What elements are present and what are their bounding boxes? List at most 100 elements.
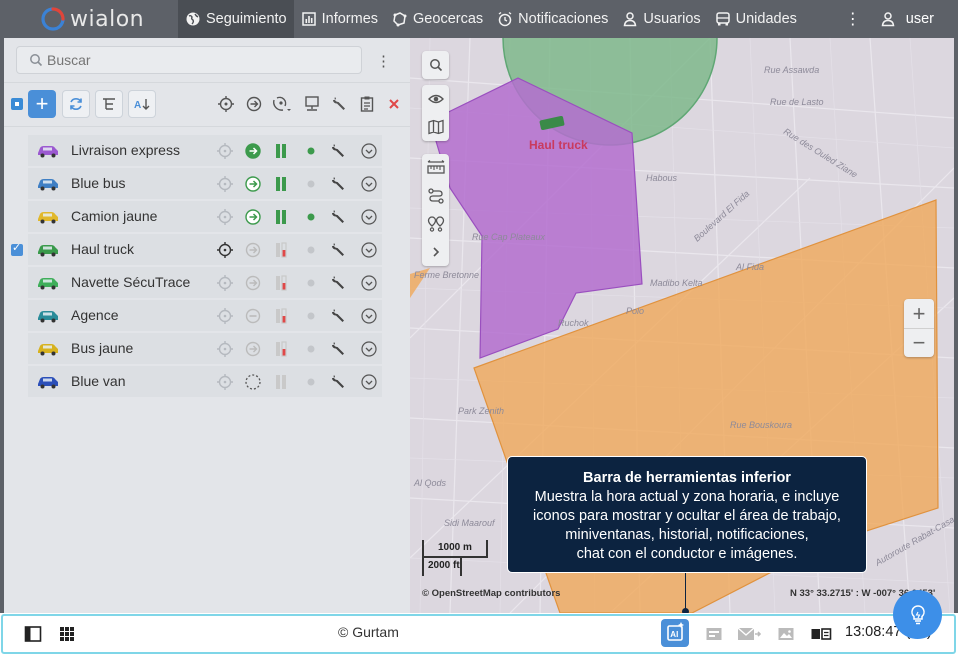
unit-name[interactable]: Blue van (71, 373, 125, 389)
unit-checkbox[interactable] (11, 145, 23, 157)
motion-state-column-icon[interactable] (242, 90, 266, 118)
locate-on-map-icon[interactable] (216, 340, 234, 358)
images-button[interactable] (777, 625, 795, 643)
more-menu-icon[interactable]: ⋮ (838, 9, 868, 29)
mini-windows-button[interactable] (58, 625, 76, 643)
unit-name[interactable]: Blue bus (71, 175, 125, 191)
toggle-work-area-button[interactable] (24, 625, 42, 643)
locate-on-map-icon[interactable] (216, 175, 234, 193)
zoom-in-button[interactable]: + (904, 299, 934, 328)
motion-state-icon[interactable] (244, 142, 262, 160)
wrench-icon[interactable] (330, 175, 348, 193)
nav-item-usuarios[interactable]: Usuarios (615, 0, 707, 38)
nav-item-informes[interactable]: Informes (294, 0, 385, 38)
sort-button[interactable]: A (128, 90, 156, 118)
unit-menu-icon[interactable] (360, 274, 378, 292)
unit-checkbox[interactable] (11, 310, 23, 322)
locate-on-map-icon[interactable] (216, 307, 234, 325)
unit-menu-icon[interactable] (360, 175, 378, 193)
map-source-button[interactable] (422, 113, 449, 141)
unit-row[interactable]: Blue van (28, 366, 382, 397)
connection-column-icon[interactable] (300, 90, 324, 118)
motion-state-icon[interactable] (244, 307, 262, 325)
wialon-logo[interactable]: wialon (40, 6, 144, 32)
unit-checkbox[interactable] (11, 241, 23, 256)
locate-on-map-icon[interactable] (216, 241, 234, 259)
unit-row[interactable]: Navette SécuTrace (28, 267, 382, 298)
unit-menu-icon[interactable] (360, 340, 378, 358)
unit-name[interactable]: Navette SécuTrace (71, 274, 190, 290)
ignition-sensor-icon[interactable] (272, 274, 290, 292)
refresh-button[interactable] (62, 90, 90, 118)
unit-menu-icon[interactable] (360, 208, 378, 226)
show-on-map-column-icon[interactable] (214, 90, 238, 118)
unit-row[interactable]: Haul truck (11, 234, 382, 265)
commands-column-icon[interactable] (270, 90, 294, 118)
ignition-sensor-icon[interactable] (272, 142, 290, 160)
unit-row[interactable]: Agence (28, 300, 382, 331)
locate-on-map-icon[interactable] (216, 142, 234, 160)
wrench-icon[interactable] (330, 307, 348, 325)
unit-row[interactable]: Camion jaune (28, 201, 382, 232)
notifications-button[interactable] (705, 625, 723, 643)
motion-state-icon[interactable] (244, 208, 262, 226)
help-tips-button[interactable] (893, 590, 942, 639)
unit-menu-icon[interactable] (360, 142, 378, 160)
wrench-icon[interactable] (330, 373, 348, 391)
map-expand-tools-button[interactable] (422, 238, 449, 266)
timezone-toggle-button[interactable] (810, 625, 832, 643)
wrench-icon[interactable] (330, 340, 348, 358)
wrench-icon[interactable] (330, 274, 348, 292)
unit-row[interactable]: Blue bus (28, 168, 382, 199)
nav-item-notificaciones[interactable]: Notificaciones (490, 0, 615, 38)
ignition-sensor-icon[interactable] (272, 373, 290, 391)
select-all-checkbox[interactable] (11, 98, 23, 110)
motion-state-icon[interactable] (244, 373, 262, 391)
locate-on-map-icon[interactable] (216, 274, 234, 292)
unit-checkbox[interactable] (11, 211, 23, 223)
history-button[interactable]: AI (661, 619, 689, 647)
driver-chat-button[interactable] (737, 625, 762, 643)
unit-menu-icon[interactable] (360, 373, 378, 391)
wrench-icon[interactable] (330, 208, 348, 226)
map-visibility-button[interactable] (422, 85, 449, 113)
search-options-icon[interactable]: ⋮ (376, 52, 391, 70)
motion-state-icon[interactable] (244, 175, 262, 193)
unit-menu-icon[interactable] (360, 307, 378, 325)
unit-name[interactable]: Bus jaune (71, 340, 133, 356)
nav-item-geocercas[interactable]: Geocercas (385, 0, 490, 38)
map-search-button[interactable] (422, 51, 449, 79)
nav-item-unidades[interactable]: Unidades (708, 0, 804, 38)
map-points-button[interactable] (422, 210, 449, 238)
wrench-icon[interactable] (330, 142, 348, 160)
ignition-sensor-icon[interactable] (272, 208, 290, 226)
ignition-sensor-icon[interactable] (272, 307, 290, 325)
delete-column-icon[interactable] (382, 90, 406, 118)
user-menu[interactable]: user (868, 11, 958, 27)
unit-checkbox[interactable] (11, 343, 23, 355)
properties-column-icon[interactable] (355, 90, 379, 118)
locate-on-map-icon[interactable] (216, 373, 234, 391)
motion-state-icon[interactable] (244, 274, 262, 292)
unit-name[interactable]: Agence (71, 307, 118, 323)
unit-name[interactable]: Camion jaune (71, 208, 157, 224)
search-input[interactable] (47, 52, 347, 68)
add-unit-button[interactable]: + (28, 90, 56, 118)
group-tree-button[interactable] (95, 90, 123, 118)
unit-row[interactable]: Livraison express (28, 135, 382, 166)
ignition-sensor-icon[interactable] (272, 241, 290, 259)
unit-name[interactable]: Livraison express (71, 142, 180, 158)
wrench-icon[interactable] (330, 241, 348, 259)
search-box[interactable] (16, 46, 362, 74)
ignition-sensor-icon[interactable] (272, 340, 290, 358)
unit-checkbox[interactable] (11, 376, 23, 388)
map-measure-button[interactable] (422, 154, 449, 182)
unit-menu-icon[interactable] (360, 241, 378, 259)
zoom-out-button[interactable]: − (904, 328, 934, 357)
unit-name[interactable]: Haul truck (71, 241, 134, 257)
ignition-sensor-icon[interactable] (272, 175, 290, 193)
nav-item-seguimiento[interactable]: Seguimiento (178, 0, 294, 38)
map-route-button[interactable] (422, 182, 449, 210)
service-column-icon[interactable] (328, 90, 352, 118)
map-unit-label[interactable]: Haul truck (529, 138, 588, 152)
